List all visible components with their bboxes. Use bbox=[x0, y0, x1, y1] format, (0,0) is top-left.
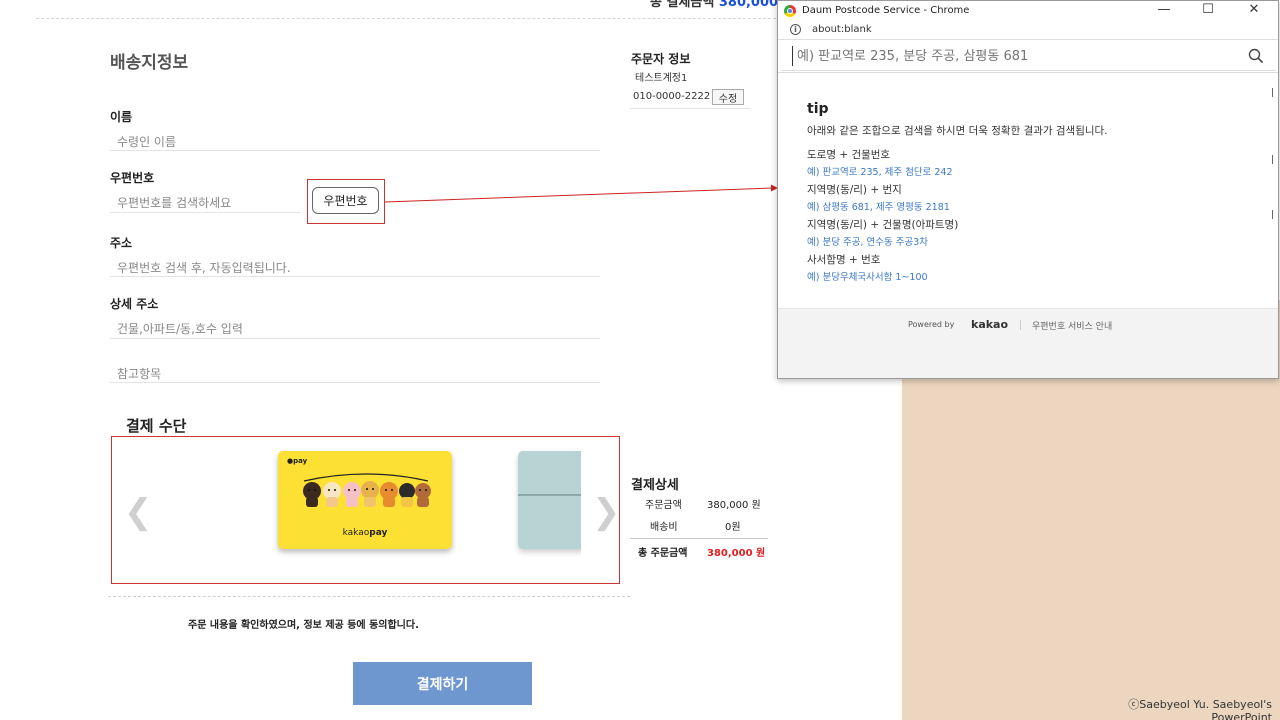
postcode-search-bar bbox=[782, 41, 1276, 71]
agreement-text: 주문 내용을 확인하였으며, 정보 제공 등에 동의합니다. bbox=[188, 620, 419, 631]
detail-label-shipping: 배송비 bbox=[650, 522, 678, 533]
reference-input[interactable]: 참고항목 bbox=[117, 365, 161, 382]
payment-carousel: ●pay kakaopay bbox=[112, 437, 581, 583]
zip-label: 우편번호 bbox=[110, 171, 155, 185]
detail-value-order-amount: 380,000 원 bbox=[707, 500, 761, 511]
shipping-section-title: 배송지정보 bbox=[110, 53, 189, 73]
service-guide-link[interactable]: 우편번호 서비스 안내 bbox=[1032, 319, 1112, 332]
window-titlebar: Daum Postcode Service - Chrome — ☐ ✕ bbox=[778, 1, 1278, 21]
detail-label-order-amount: 주문금액 bbox=[645, 500, 682, 511]
total-order-value: 380,000 원 bbox=[707, 548, 766, 559]
tip-category: 지역명(동/리) + 번지 bbox=[807, 184, 902, 196]
powered-by-text: Powered by bbox=[908, 320, 955, 329]
payment-method-title: 결제 수단 bbox=[126, 417, 187, 435]
background-fragment: | bbox=[1271, 88, 1275, 98]
details-divider bbox=[630, 538, 768, 539]
postcode-popup-window: Daum Postcode Service - Chrome — ☐ ✕ i a… bbox=[777, 0, 1279, 379]
copyright-text: ⓒSaebyeol Yu. Saebyeol's PowerPoint bbox=[1128, 698, 1272, 720]
detail-address-input[interactable]: 건물,아파트/동,호수 입력 bbox=[117, 320, 243, 337]
tip-panel: tip 아래와 같은 조합으로 검색을 하시면 더욱 정확한 결과가 검색됩니다… bbox=[778, 72, 1278, 308]
field-underline bbox=[110, 338, 600, 339]
tip-example: 예) 판교역로 235, 제주 첨단로 242 bbox=[807, 167, 953, 178]
card-stripe bbox=[518, 494, 581, 496]
secondary-card[interactable] bbox=[518, 451, 581, 549]
edit-orderer-button[interactable]: 수정 bbox=[712, 89, 744, 105]
zip-search-button[interactable]: 우편번호 bbox=[312, 187, 379, 214]
close-icon[interactable]: ✕ bbox=[1244, 2, 1264, 17]
tip-category: 도로명 + 건물번호 bbox=[807, 149, 891, 161]
popup-footer: Powered by kakao 우편번호 서비스 안내 bbox=[778, 308, 1278, 378]
orderer-title: 주문자 정보 bbox=[631, 52, 691, 66]
kakao-friends-illustration bbox=[303, 473, 431, 507]
tip-example: 예) 분당우체국사서함 1~100 bbox=[807, 272, 928, 283]
bottom-divider bbox=[108, 596, 630, 597]
detail-value-shipping: 0원 bbox=[725, 522, 741, 533]
chrome-icon bbox=[784, 5, 796, 17]
postcode-search-input[interactable] bbox=[792, 46, 1232, 66]
top-divider bbox=[36, 18, 776, 19]
detail-address-label: 상세 주소 bbox=[110, 297, 159, 311]
field-underline bbox=[110, 150, 600, 151]
orderer-divider bbox=[630, 108, 750, 109]
footer-separator bbox=[1020, 320, 1021, 330]
field-underline bbox=[110, 382, 600, 383]
payment-details-title: 결제상세 bbox=[631, 478, 679, 493]
field-underline bbox=[110, 212, 300, 213]
info-icon[interactable]: i bbox=[790, 24, 801, 35]
background-fragment: | bbox=[1271, 155, 1275, 165]
zip-input[interactable]: 우편번호를 검색하세요 bbox=[117, 194, 231, 211]
address-bar: i about:blank bbox=[778, 21, 1278, 40]
maximize-icon[interactable]: ☐ bbox=[1198, 2, 1218, 17]
tip-example: 예) 삼평동 681, 제주 영평동 2181 bbox=[807, 202, 950, 213]
search-icon[interactable] bbox=[1248, 48, 1264, 64]
recipient-name-input[interactable]: 수령인 이름 bbox=[117, 133, 176, 150]
tip-title: tip bbox=[807, 101, 829, 117]
tip-category: 지역명(동/리) + 건물명(아파트명) bbox=[807, 219, 959, 231]
background-fragment: | bbox=[1271, 210, 1275, 220]
orderer-name: 테스트계정1 bbox=[635, 73, 688, 84]
name-label: 이름 bbox=[110, 110, 133, 124]
pay-button[interactable]: 결제하기 bbox=[353, 662, 532, 705]
window-title: Daum Postcode Service - Chrome bbox=[802, 5, 970, 16]
url-text[interactable]: about:blank bbox=[812, 24, 872, 35]
kakaopay-card[interactable]: ●pay kakaopay bbox=[278, 451, 452, 549]
kakaopay-brand: kakaopay bbox=[342, 528, 388, 538]
tip-description: 아래와 같은 조합으로 검색을 하시면 더욱 정확한 결과가 검색됩니다. bbox=[807, 125, 1108, 137]
address-label: 주소 bbox=[110, 236, 133, 250]
top-total-amount: 총 결제금액 380,000 bbox=[650, 0, 779, 10]
field-underline bbox=[110, 276, 600, 277]
tip-example: 예) 분당 주공, 연수동 주공3차 bbox=[807, 237, 928, 248]
total-order-label: 총 주문금액 bbox=[638, 548, 688, 559]
carousel-next-icon[interactable]: ❯ bbox=[592, 492, 621, 532]
pay-logo: ●pay bbox=[287, 457, 308, 465]
orderer-phone: 010-0000-2222 bbox=[633, 91, 711, 102]
tip-category: 사서함명 + 번호 bbox=[807, 254, 881, 266]
minimize-icon[interactable]: — bbox=[1154, 2, 1174, 17]
kakao-logo: kakao bbox=[971, 318, 1009, 331]
address-input[interactable]: 우편번호 검색 후, 자동입력됩니다. bbox=[117, 259, 291, 276]
